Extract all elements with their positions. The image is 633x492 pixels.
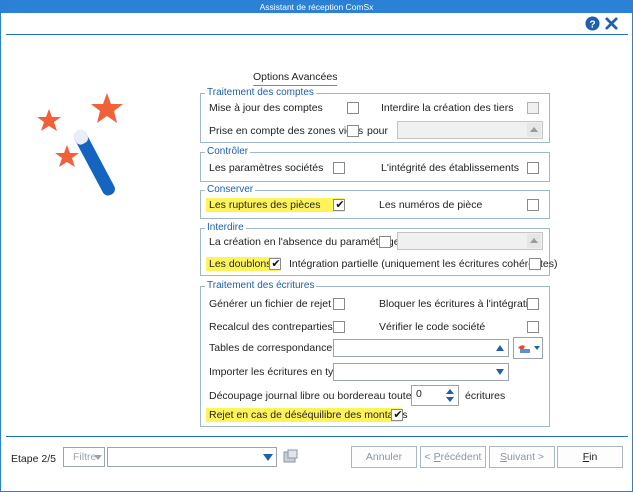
decoupage-spinner[interactable]: 0	[411, 385, 459, 406]
dropdown-arrow-icon[interactable]	[262, 451, 274, 463]
checkmark-icon: ✔	[271, 258, 281, 270]
group-legend: Traitement des comptes	[205, 87, 316, 99]
interdire-tiers-label: Interdire la création des tiers	[381, 102, 514, 114]
group-interdire: Interdire La création en l'absence du pa…	[200, 222, 557, 276]
creation-absence-checkbox[interactable]	[379, 236, 391, 248]
spin-up-icon[interactable]	[527, 123, 541, 137]
ruptures-pieces-label: Les ruptures des pièces	[206, 198, 344, 212]
creation-absence-select[interactable]	[397, 232, 543, 250]
checkmark-icon: ✔	[335, 199, 345, 211]
precedent-button[interactable]: < Précédent	[420, 446, 486, 468]
suivant-rest: uivant >	[506, 451, 545, 463]
group-legend: Traitement des écritures	[205, 280, 317, 292]
wizard-window: Assistant de réception ComSx ? Options A…	[0, 0, 633, 492]
checkmark-icon: ✔	[393, 409, 403, 421]
spin-up-down-icon[interactable]	[444, 387, 456, 404]
decoupage-value: 0	[416, 388, 422, 400]
params-societes-checkbox[interactable]	[333, 162, 345, 174]
precedent-rest: récédent	[440, 451, 482, 463]
group-legend: Interdire	[205, 222, 246, 234]
dropdown-arrow-icon[interactable]	[493, 365, 507, 379]
panel-title: Options Avancées	[253, 71, 338, 86]
numeros-piece-label: Les numéros de pièce	[379, 199, 483, 211]
importer-type-label: Importer les écritures en type	[209, 366, 345, 378]
step-indicator: Etape 2/5	[11, 453, 56, 465]
ecritures-suffix: écritures	[465, 390, 506, 402]
filtre-select[interactable]: Filtre	[63, 447, 105, 467]
decoupage-label: Découpage journal libre ou bordereau tou…	[209, 390, 434, 402]
suivant-mnemonic: S	[499, 451, 507, 463]
spin-up-icon[interactable]	[493, 341, 507, 355]
magic-wand-icon	[37, 93, 123, 196]
recalcul-contreparties-label: Recalcul des contreparties	[209, 321, 333, 333]
tables-correspondance-select[interactable]	[333, 339, 509, 357]
params-societes-label: Les paramètres sociétés	[209, 162, 324, 174]
integrite-etablissements-checkbox[interactable]	[527, 162, 539, 174]
table-lookup-icon	[518, 345, 540, 353]
zones-vides-select[interactable]	[397, 121, 543, 139]
verifier-code-label: Vérifier le code société	[379, 321, 486, 333]
group-controler: Contrôler Les paramètres sociétés L'inté…	[200, 146, 550, 182]
desequilibre-checkbox[interactable]: ✔	[391, 409, 403, 421]
header-separator	[6, 34, 628, 35]
spin-up-icon[interactable]	[527, 234, 541, 248]
close-icon[interactable]	[604, 16, 619, 31]
bloquer-ecritures-label: Bloquer les écritures à l'intégration	[379, 298, 540, 310]
maj-comptes-checkbox[interactable]	[347, 102, 359, 114]
tables-correspondance-label: Tables de correspondance	[209, 342, 333, 354]
group-conserver: Conserver Les ruptures des pièces ✔ Les …	[200, 184, 550, 219]
suivant-button[interactable]: Suivant >	[489, 446, 555, 468]
zones-vides-checkbox[interactable]	[347, 125, 359, 137]
filter-settings-icon[interactable]	[282, 448, 300, 466]
footer-separator	[6, 436, 628, 437]
precedent-prefix: <	[424, 451, 434, 463]
desequilibre-label: Rejet en cas de déséquilibre des montant…	[206, 408, 407, 422]
zones-vides-label: Prise en compte des zones vides	[209, 125, 364, 137]
precedent-mnemonic: P	[433, 451, 441, 463]
group-legend: Conserver	[205, 184, 256, 196]
filtre-value-select[interactable]	[107, 447, 277, 467]
recalcul-contreparties-checkbox[interactable]	[333, 321, 345, 333]
verifier-code-checkbox[interactable]	[527, 321, 539, 333]
annuler-button[interactable]: Annuler	[351, 446, 417, 468]
numeros-piece-checkbox[interactable]	[527, 199, 539, 211]
help-icon[interactable]: ?	[585, 16, 600, 31]
importer-type-select[interactable]	[333, 363, 509, 381]
bloquer-ecritures-checkbox[interactable]	[527, 298, 539, 310]
fin-button[interactable]: Fin	[557, 446, 623, 468]
group-traitement-ecritures: Traitement des écritures Générer un fich…	[200, 280, 550, 427]
svg-text:?: ?	[589, 19, 595, 30]
table-lookup-button[interactable]	[513, 337, 543, 359]
rejet-fichier-checkbox[interactable]	[333, 298, 345, 310]
pour-label: pour	[367, 125, 389, 137]
interdire-tiers-checkbox[interactable]	[527, 102, 539, 114]
creation-absence-label: La création en l'absence du paramétrage	[209, 236, 400, 248]
doublons-checkbox[interactable]: ✔	[269, 258, 281, 270]
rejet-fichier-label: Générer un fichier de rejet	[209, 298, 331, 310]
integrite-etablissements-label: L'intégrité des établissements	[381, 162, 519, 174]
integration-partielle-label: Intégration partielle (uniquement les éc…	[289, 258, 558, 270]
ruptures-pieces-checkbox[interactable]: ✔	[333, 199, 345, 211]
group-traitement-comptes: Traitement des comptes Mise à jour des c…	[200, 87, 550, 143]
fin-rest: in	[589, 451, 598, 463]
group-legend: Contrôler	[205, 146, 251, 158]
window-title: Assistant de réception ComSx	[1, 1, 632, 13]
maj-comptes-label: Mise à jour des comptes	[209, 102, 323, 114]
integration-partielle-checkbox[interactable]	[529, 258, 541, 270]
dropdown-arrow-icon	[94, 455, 102, 460]
